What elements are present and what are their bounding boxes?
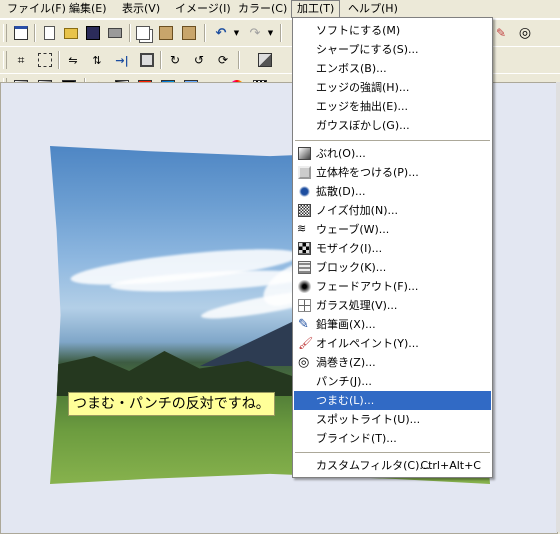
menu-image[interactable]: イメージ(I) [170, 0, 236, 18]
menu-separator [295, 140, 490, 141]
resize-icon [38, 53, 52, 67]
clipboard-icon [159, 26, 173, 40]
menu-process[interactable]: 加工(T) [291, 0, 341, 18]
frame-3d-icon [298, 166, 311, 179]
window-icon [14, 26, 28, 40]
redo-icon: ↷ [249, 25, 261, 41]
redo-button[interactable]: ↷ [246, 24, 264, 42]
swirl-tool-button[interactable]: ◎ [516, 24, 534, 42]
flip-vertical-icon: ⇅ [92, 53, 102, 67]
menu-separator [295, 452, 490, 453]
brush-icon: ✎ [495, 26, 507, 40]
folder-icon [64, 27, 78, 39]
menu-item-pinch[interactable]: つまむ(L)... [294, 391, 491, 410]
menu-view[interactable]: 表示(V) [117, 0, 165, 18]
wave-icon: ≋ [297, 222, 307, 235]
clipboard-icon [182, 26, 196, 40]
menu-item-pencil[interactable]: ✎ 鉛筆画(X)... [294, 315, 491, 334]
menu-item-sharp[interactable]: シャープにする(S)... [294, 40, 491, 59]
menu-item-gauss-blur[interactable]: ガウスぼかし(G)... [294, 116, 491, 135]
flip-horizontal-icon: ⇋ [68, 53, 78, 67]
rotate-free-button[interactable]: ⟳ [214, 51, 232, 69]
menu-item-soft[interactable]: ソフトにする(M) [294, 21, 491, 40]
oil-paint-tool-button[interactable]: ✎ [492, 24, 510, 42]
menu-item-diffuse[interactable]: 拡散(D)... [294, 182, 491, 201]
noise-icon [298, 204, 311, 217]
frame-icon [140, 53, 154, 67]
open-button[interactable] [62, 24, 80, 42]
menu-item-blind[interactable]: ブラインド(T)... [294, 429, 491, 448]
menu-item-motion-blur[interactable]: ぶれ(O)... [294, 144, 491, 163]
new-file-icon [43, 26, 55, 40]
menu-item-punch[interactable]: パンチ(J)... [294, 372, 491, 391]
trim-button[interactable]: →| [113, 51, 131, 69]
menu-color[interactable]: カラー(C) [233, 0, 292, 18]
menu-edit[interactable]: 編集(E) [64, 0, 112, 18]
menu-item-custom-filter[interactable]: カスタムフィルタ(C)... Ctrl+Alt+C [294, 456, 491, 475]
rotate-90-button[interactable]: ↻ [166, 51, 184, 69]
pencil-icon: ✎ [298, 317, 309, 332]
resize-button[interactable] [36, 51, 54, 69]
flip-horizontal-button[interactable]: ⇋ [64, 51, 82, 69]
new-window-button[interactable] [12, 24, 30, 42]
menu-item-glass[interactable]: ガラス処理(V)... [294, 296, 491, 315]
menu-item-3d-frame[interactable]: 立体枠をつける(P)... [294, 163, 491, 182]
oil-paint-icon: 🖌 [298, 336, 314, 350]
rotate-90-icon: ↻ [169, 53, 181, 67]
floppy-disk-icon [86, 26, 100, 40]
swirl-icon: ◎ [298, 355, 310, 370]
undo-button[interactable]: ↶ [212, 24, 230, 42]
block-icon [298, 261, 311, 274]
new-file-button[interactable] [40, 24, 58, 42]
shadow-button[interactable] [256, 51, 274, 69]
vertical-scrollbar[interactable] [556, 82, 560, 532]
print-button[interactable] [106, 24, 124, 42]
fadeout-icon [298, 280, 311, 293]
printer-icon [108, 28, 122, 38]
paste-button[interactable] [157, 24, 175, 42]
frame-button[interactable] [138, 51, 156, 69]
shadow-icon [258, 53, 272, 67]
rotate-minus-90-icon: ↺ [193, 53, 205, 67]
trim-icon: →| [115, 53, 129, 67]
crop-icon: ⌗ [17, 52, 25, 67]
menu-item-block[interactable]: ブロック(K)... [294, 258, 491, 277]
redo-dropdown[interactable]: ▼ [267, 24, 274, 42]
flip-vertical-button[interactable]: ⇅ [88, 51, 106, 69]
toolbar-grip[interactable] [3, 24, 7, 42]
menu-item-edge-extract[interactable]: エッジを抽出(E)... [294, 97, 491, 116]
rotate-free-icon: ⟳ [217, 53, 229, 67]
menu-file[interactable]: ファイル(F) [2, 0, 71, 18]
paste-new-button[interactable] [180, 24, 198, 42]
menu-item-noise[interactable]: ノイズ付加(N)... [294, 201, 491, 220]
menu-item-fadeout[interactable]: フェードアウト(F)... [294, 277, 491, 296]
toolbar-grip[interactable] [3, 51, 7, 69]
menu-item-spotlight[interactable]: スポットライト(U)... [294, 410, 491, 429]
save-button[interactable] [84, 24, 102, 42]
menu-item-edge-enhance[interactable]: エッジの強調(H)... [294, 78, 491, 97]
rotate-minus-90-button[interactable]: ↺ [190, 51, 208, 69]
menu-item-emboss[interactable]: エンボス(B)... [294, 59, 491, 78]
crop-button[interactable]: ⌗ [12, 51, 30, 69]
diffuse-icon [298, 185, 311, 198]
menu-item-mosaic[interactable]: モザイク(I)... [294, 239, 491, 258]
copy-button[interactable] [134, 24, 152, 42]
undo-icon: ↶ [215, 25, 227, 41]
shortcut-label: Ctrl+Alt+C [420, 459, 481, 472]
menu-item-swirl[interactable]: ◎ 渦巻き(Z)... [294, 353, 491, 372]
menu-help[interactable]: ヘルプ(H) [343, 0, 403, 18]
menu-item-oil-paint[interactable]: 🖌 オイルペイント(Y)... [294, 334, 491, 353]
copy-icon [136, 26, 150, 40]
caption-label: つまむ・パンチの反対ですね。 [68, 392, 275, 416]
process-menu-dropdown: ソフトにする(M) シャープにする(S)... エンボス(B)... エッジの強… [292, 17, 493, 478]
menu-item-wave[interactable]: ≋ ウェーブ(W)... [294, 220, 491, 239]
mosaic-icon [298, 242, 311, 255]
motion-blur-icon [298, 147, 311, 160]
undo-dropdown[interactable]: ▼ [233, 24, 240, 42]
swirl-icon: ◎ [518, 25, 532, 41]
glass-icon [298, 299, 311, 312]
